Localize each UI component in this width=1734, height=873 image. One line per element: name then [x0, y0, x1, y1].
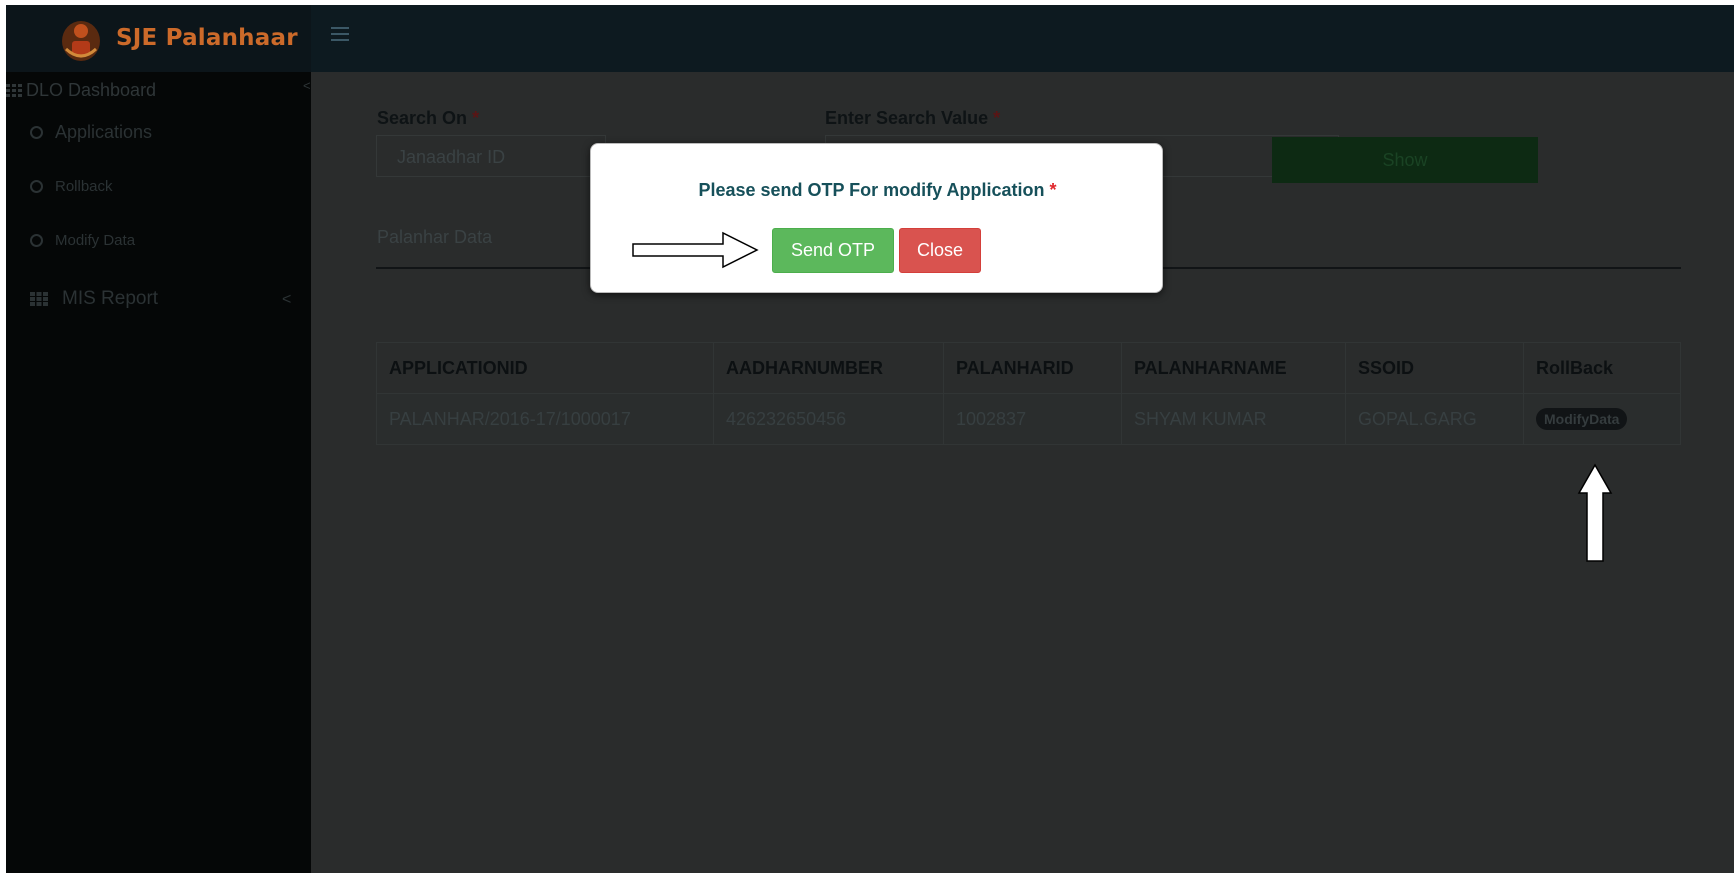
sidebar-item-label: Applications	[55, 122, 153, 142]
brand-title: SJE Palanhaar	[116, 25, 298, 51]
sidebar-dashboard-link[interactable]: DLO Dashboard	[6, 80, 156, 101]
show-button[interactable]: Show	[1272, 137, 1538, 183]
cell-rollback: ModifyData	[1523, 393, 1681, 445]
column-header-ssoid: SSOID	[1345, 342, 1524, 394]
grid-icon	[30, 292, 48, 306]
sidebar-item-applications[interactable]: Applications	[30, 122, 152, 143]
sidebar-item-rollback[interactable]: Rollback	[30, 178, 113, 195]
arrow-up-icon	[1577, 463, 1613, 562]
circle-icon	[30, 234, 43, 247]
sidebar-item-mis-report[interactable]: MIS Report	[30, 288, 158, 310]
table-header-row: APPLICATIONID AADHARNUMBER PALANHARID PA…	[376, 342, 1681, 394]
hamburger-icon[interactable]	[331, 27, 349, 43]
cell-palanharname: SHYAM KUMAR	[1121, 393, 1346, 445]
search-on-select[interactable]: Janaadhar ID	[376, 135, 606, 177]
arrow-right-icon	[632, 231, 759, 269]
sidebar-item-label: Modify Data	[55, 232, 136, 249]
cell-ssoid: GOPAL.GARG	[1345, 393, 1524, 445]
sidebar-item-label: Rollback	[55, 178, 113, 195]
column-header-applicationid: APPLICATIONID	[376, 342, 714, 394]
applications-table: APPLICATIONID AADHARNUMBER PALANHARID PA…	[376, 342, 1681, 445]
sidebar-item-modify-data[interactable]: Modify Data	[30, 232, 135, 249]
circle-icon	[30, 126, 43, 139]
send-otp-button[interactable]: Send OTP	[772, 228, 894, 273]
otp-modal: Please send OTP For modify Application *…	[590, 143, 1163, 293]
chevron-left-icon[interactable]: <	[282, 291, 291, 309]
grid-icon	[6, 84, 22, 97]
app-window: SJE Palanhaar DLO Dashboard < Applicatio…	[6, 5, 1734, 873]
table-row: PALANHAR/2016-17/1000017 426232650456 10…	[376, 393, 1681, 445]
cell-applicationid: PALANHAR/2016-17/1000017	[376, 393, 714, 445]
rajasthan-emblem-icon	[62, 21, 100, 61]
sidebar-collapse-icon[interactable]: <	[303, 78, 311, 93]
brand-area[interactable]: SJE Palanhaar	[6, 5, 311, 72]
modify-data-button[interactable]: ModifyData	[1536, 408, 1628, 430]
tab-palanhar-data[interactable]: Palanhar Data	[377, 227, 492, 248]
sidebar: DLO Dashboard < Applications Rollback Mo…	[6, 72, 311, 873]
column-header-aadharnumber: AADHARNUMBER	[713, 342, 944, 394]
sidebar-dashboard-label: DLO Dashboard	[26, 80, 157, 100]
search-value-label: Enter Search Value *	[825, 108, 1001, 128]
search-on-label: Search On *	[377, 108, 480, 128]
sidebar-item-label: MIS Report	[62, 288, 159, 309]
modal-title: Please send OTP For modify Application *	[698, 180, 1057, 200]
search-on-value: Janaadhar ID	[397, 147, 506, 167]
column-header-palanharname: PALANHARNAME	[1121, 342, 1346, 394]
cell-palanharid: 1002837	[943, 393, 1122, 445]
cell-aadharnumber: 426232650456	[713, 393, 944, 445]
close-button[interactable]: Close	[899, 228, 981, 273]
column-header-palanharid: PALANHARID	[943, 342, 1122, 394]
top-header: SJE Palanhaar	[6, 5, 1734, 72]
column-header-rollback: RollBack	[1523, 342, 1681, 394]
circle-icon	[30, 180, 43, 193]
